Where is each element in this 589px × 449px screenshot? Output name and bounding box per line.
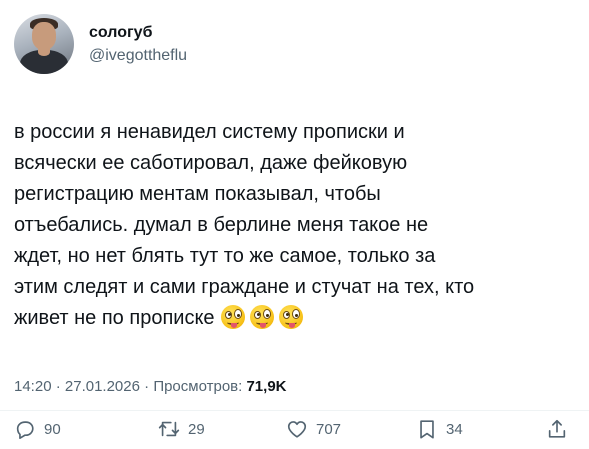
share-button[interactable]: [546, 418, 568, 440]
heart-icon: [287, 421, 307, 438]
like-count: 707: [316, 420, 342, 438]
avatar-face: [32, 22, 56, 50]
reply-icon: [16, 421, 34, 439]
reply-button[interactable]: 90: [14, 418, 61, 440]
emoji-row: [220, 305, 303, 329]
tweet-date[interactable]: 27.01.2026: [65, 378, 140, 395]
author-names: сологуб @ivegottheflu: [89, 23, 187, 66]
views-count: 71,9K: [246, 378, 287, 395]
bookmark-button[interactable]: 34: [416, 418, 463, 440]
retweet-button[interactable]: 29: [158, 418, 205, 440]
tweet-body: в россии я ненавидел систему прописки и …: [14, 117, 574, 334]
zany-face-emoji: [278, 305, 303, 329]
meta-separator: ·: [55, 378, 61, 395]
views-label: Просмотров:: [153, 378, 243, 395]
zany-face-emoji: [220, 305, 245, 329]
retweet-icon: [158, 421, 180, 437]
share-icon: [548, 419, 566, 438]
retweet-count: 29: [188, 420, 205, 438]
divider: [0, 410, 589, 411]
bookmark-count: 34: [446, 420, 463, 438]
tweet-header: сологуб @ivegottheflu: [14, 14, 187, 74]
reply-count: 90: [44, 420, 61, 438]
tweet-meta: 14:20 · 27.01.2026 · Просмотров: 71,9K: [14, 377, 287, 397]
user-handle[interactable]: @ivegottheflu: [89, 45, 187, 66]
action-bar: 90 29 707 34: [0, 418, 589, 444]
tweet-time[interactable]: 14:20: [14, 378, 52, 395]
avatar-neck: [38, 48, 50, 56]
bookmark-icon: [420, 420, 434, 439]
zany-face-emoji: [249, 305, 274, 329]
meta-separator: ·: [144, 378, 150, 395]
like-button[interactable]: 707: [286, 418, 341, 440]
avatar[interactable]: [14, 14, 74, 74]
tweet-text: в россии я ненавидел систему прописки и …: [14, 121, 475, 329]
display-name[interactable]: сологуб: [89, 23, 187, 43]
